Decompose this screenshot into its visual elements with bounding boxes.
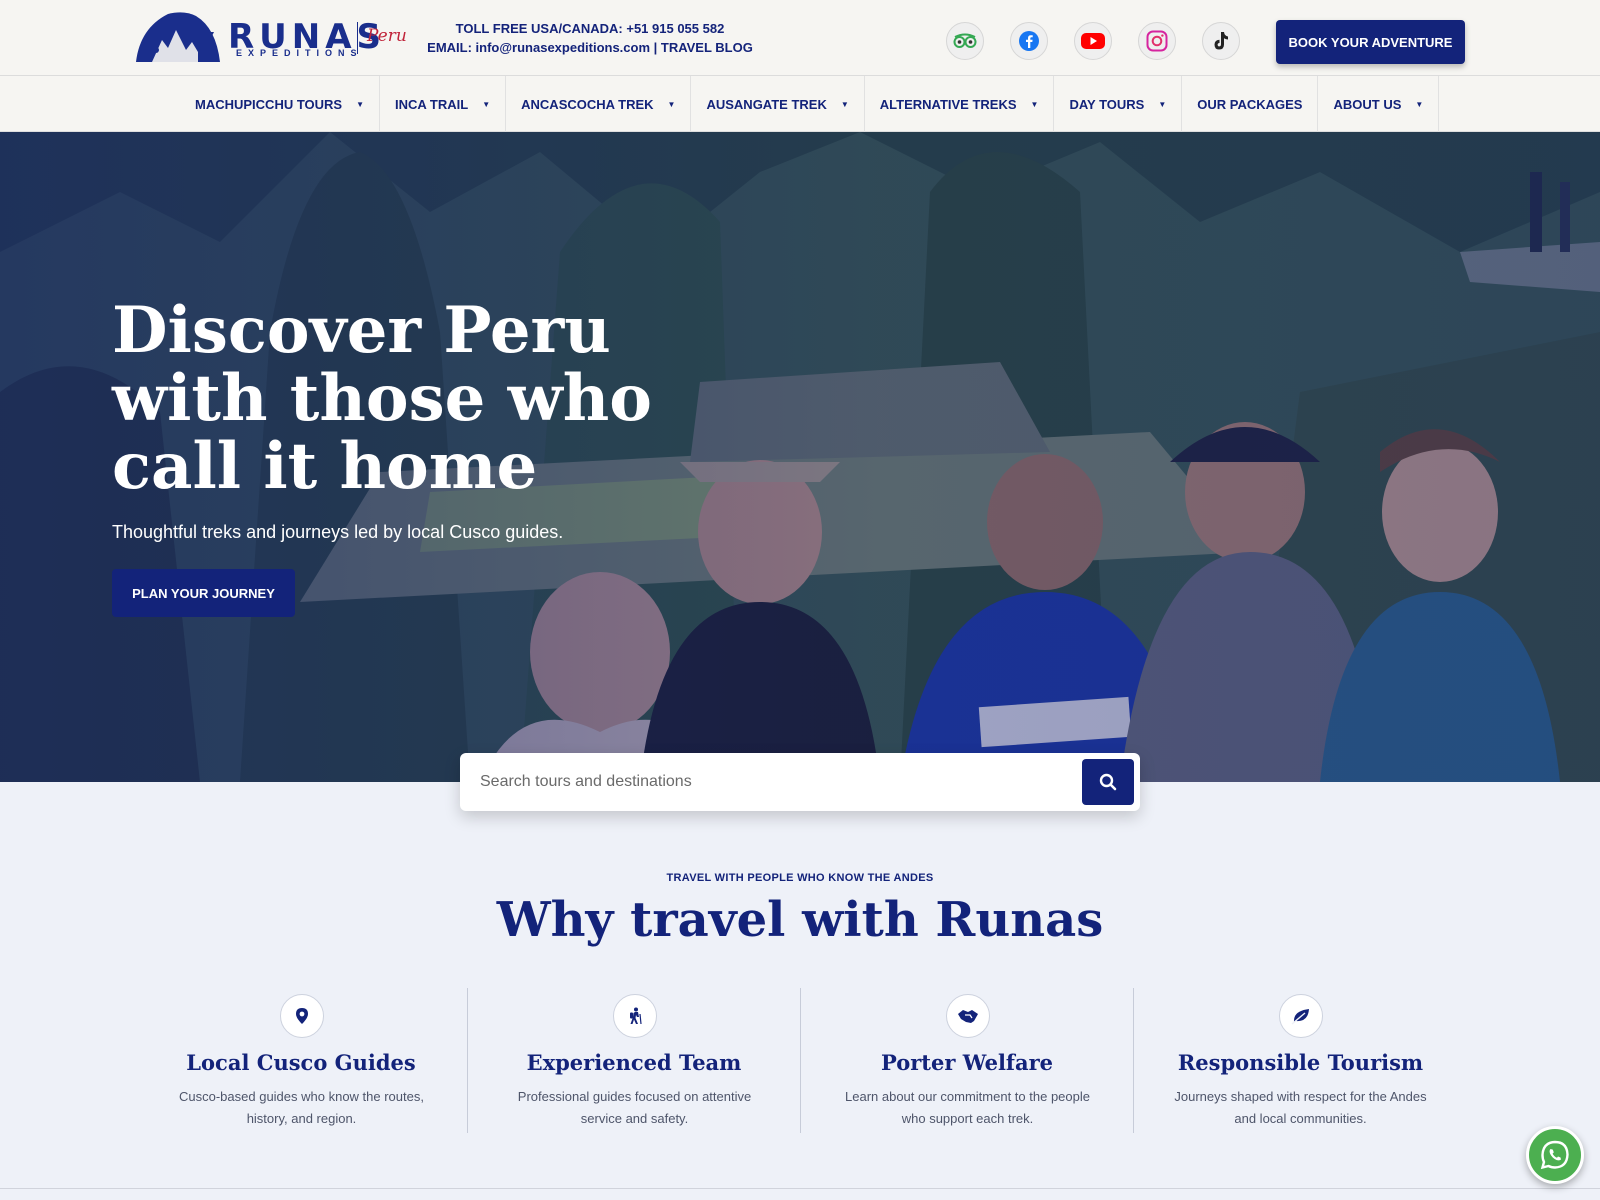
feature-experienced-team: Experienced Team Professional guides foc…: [468, 988, 801, 1133]
feature-porter-welfare: Porter Welfare Learn about our commitmen…: [801, 988, 1134, 1133]
handshake-icon: [958, 1010, 978, 1023]
hero-section: Discover Peru with those who call it hom…: [0, 132, 1600, 782]
caret-down-icon: ▼: [1030, 99, 1039, 109]
search-input[interactable]: [480, 753, 1060, 811]
nav-item-ausangate-trek[interactable]: AUSANGATE TREK ▼: [691, 76, 865, 132]
nav-item-label: DAY TOURS: [1069, 96, 1145, 112]
hiker-icon: [630, 1007, 642, 1025]
hero-title-line: Discover Peru: [112, 293, 611, 368]
tripadvisor-link[interactable]: [946, 22, 984, 60]
instagram-link[interactable]: [1138, 22, 1176, 60]
feature-responsible-tourism: Responsible Tourism Journeys shaped with…: [1134, 988, 1467, 1133]
feature-title: Porter Welfare: [880, 1050, 1053, 1075]
nav-item-label: ABOUT US: [1333, 96, 1402, 112]
whatsapp-chat-button[interactable]: [1526, 1126, 1584, 1184]
toll-free-phone[interactable]: TOLL FREE USA/CANADA: +51 915 055 582: [410, 19, 770, 38]
email-and-blog-link[interactable]: EMAIL: info@runasexpeditions.com | TRAVE…: [410, 38, 770, 57]
caret-down-icon: ▼: [482, 99, 491, 109]
nav-item-label: ALTERNATIVE TREKS: [879, 96, 1017, 112]
nav-items: MACHUPICCHU TOURS ▼ INCA TRAIL ▼ ANCASCOCH…: [180, 76, 1440, 132]
nav-item-about-us[interactable]: ABOUT US ▼: [1318, 76, 1440, 132]
youtube-link[interactable]: [1074, 22, 1112, 60]
search-button[interactable]: [1082, 759, 1134, 805]
caret-down-icon: ▼: [840, 99, 849, 109]
nav-item-alternative-treks[interactable]: ALTERNATIVE TREKS ▼: [865, 76, 1055, 132]
feature-icon-badge: [613, 994, 657, 1038]
tripadvisor-icon: [953, 33, 977, 48]
plan-your-journey-button[interactable]: PLAN YOUR JOURNEY: [112, 569, 295, 617]
nav-item-ancascocha-trek[interactable]: ANCASCOCHA TREK ▼: [506, 76, 692, 132]
feature-icon-badge: [1279, 994, 1323, 1038]
nav-item-machupicchu-tours[interactable]: MACHUPICCHU TOURS ▼: [180, 76, 381, 132]
logo-subtitle: EXPEDITIONS: [236, 48, 363, 58]
caret-down-icon: ▼: [667, 99, 676, 109]
search-bar: [460, 753, 1140, 811]
feature-description: Professional guides focused on attentive…: [517, 1089, 752, 1126]
runas-logo[interactable]: RUNAS EXPEDITIONS Peru: [132, 10, 407, 66]
hero-title-line: call it home: [112, 429, 538, 504]
tiktok-link[interactable]: [1202, 22, 1240, 60]
book-your-adventure-button[interactable]: BOOK YOUR ADVENTURE: [1276, 20, 1465, 64]
feature-icon-badge: [280, 994, 324, 1038]
youtube-icon: [1081, 33, 1105, 49]
feature-title: Responsible Tourism: [1177, 1050, 1424, 1075]
map-pin-icon: [296, 1008, 308, 1024]
nav-item-label: OUR PACKAGES: [1197, 96, 1303, 112]
nav-item-day-tours[interactable]: DAY TOURS ▼: [1054, 76, 1183, 132]
feature-title: Experienced Team: [526, 1050, 742, 1075]
nav-item-label: ANCASCOCHA TREK: [521, 96, 654, 112]
nav-item-label: MACHUPICCHU TOURS: [195, 96, 343, 112]
whatsapp-icon: [1540, 1140, 1569, 1170]
section-divider: [0, 1188, 1600, 1189]
mountain-emblem-icon: [136, 12, 220, 62]
nav-item-label: INCA TRAIL: [395, 96, 469, 112]
leaf-icon: [1291, 1009, 1309, 1025]
hero-title: Discover Peru with those who call it hom…: [112, 297, 672, 501]
logo-divider: [357, 22, 358, 54]
hero-title-line: with those who: [112, 361, 652, 436]
logo-peru-script: Peru: [367, 26, 407, 46]
main-nav: MACHUPICCHU TOURS ▼ INCA TRAIL ▼ ANCASCOCH…: [0, 76, 1600, 132]
instagram-icon: [1146, 30, 1168, 52]
feature-icon-badge: [946, 994, 990, 1038]
nav-item-label: AUSANGATE TREK: [706, 96, 827, 112]
section-title: Why travel with Runas: [496, 892, 1104, 948]
feature-description: Learn about our commitment to the people…: [845, 1089, 1090, 1126]
nav-item-inca-trail[interactable]: INCA TRAIL ▼: [380, 76, 507, 132]
hero-subtitle: Thoughtful treks and journeys led by loc…: [112, 522, 564, 542]
caret-down-icon: ▼: [1158, 99, 1167, 109]
nav-item-our-packages[interactable]: OUR PACKAGES: [1182, 76, 1319, 132]
section-eyebrow: TRAVEL WITH PEOPLE WHO KNOW THE ANDES: [666, 872, 934, 884]
top-bar: RUNAS EXPEDITIONS Peru TOLL FREE USA/CAN…: [0, 0, 1600, 76]
feature-title: Local Cusco Guides: [186, 1050, 416, 1075]
facebook-icon: [1019, 31, 1039, 51]
contact-info: TOLL FREE USA/CANADA: +51 915 055 582 EM…: [410, 19, 770, 57]
caret-down-icon: ▼: [356, 99, 365, 109]
feature-description: Cusco-based guides who know the routes, …: [179, 1089, 424, 1126]
facebook-link[interactable]: [1010, 22, 1048, 60]
feature-local-cusco-guides: Local Cusco Guides Cusco-based guides wh…: [135, 988, 468, 1133]
tiktok-icon: [1214, 32, 1228, 50]
search-icon: [1099, 773, 1117, 791]
caret-down-icon: ▼: [1415, 99, 1424, 109]
feature-description: Journeys shaped with respect for the And…: [1174, 1089, 1427, 1126]
